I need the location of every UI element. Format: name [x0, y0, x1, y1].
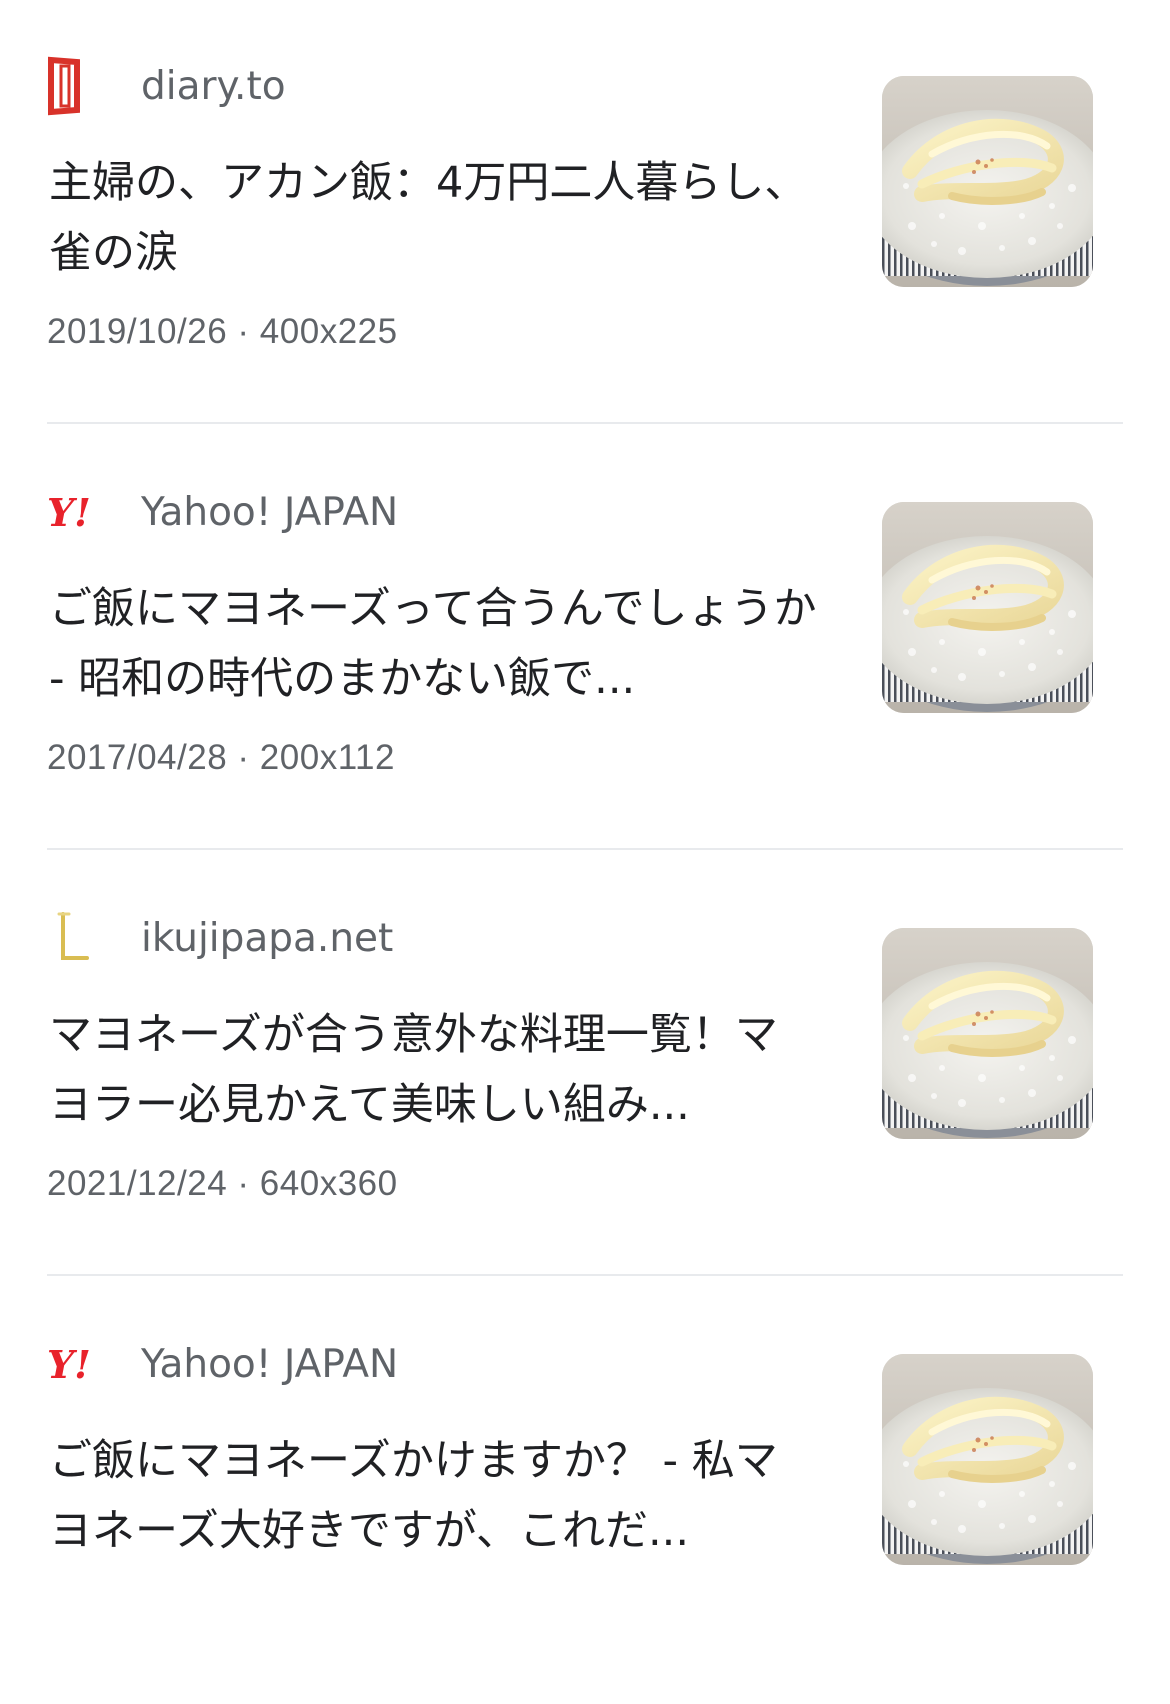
yahoo-logo-icon: Y! [47, 482, 119, 542]
source-name: diary.to [141, 63, 286, 109]
divider [47, 422, 1123, 424]
result-title[interactable]: マヨネーズが合う意外な料理一覧！マヨラー必見かえて美味しい組み... [49, 1000, 819, 1140]
source-row[interactable]: Y! Yahoo! JAPAN [47, 1334, 398, 1394]
image-size: 640x360 [259, 1164, 398, 1203]
source-name: Yahoo! JAPAN [141, 489, 399, 535]
result-date: 2017/04/28 [47, 738, 228, 777]
meta-separator: · [237, 1164, 250, 1203]
rice-with-mayonnaise-thumbnail [882, 1354, 1093, 1565]
result-meta: 2021/12/24 · 640x360 [47, 1164, 398, 1204]
result-item[interactable]: diary.to 主婦の、アカン飯：4万円二人暮らし、雀の涙 2019/10/2… [0, 0, 1170, 426]
result-date: 2021/12/24 [47, 1164, 228, 1203]
source-row[interactable]: ikujipapa.net [47, 908, 393, 968]
rice-with-mayonnaise-thumbnail [882, 76, 1093, 287]
rice-with-mayonnaise-thumbnail [882, 502, 1093, 713]
svg-text:Y!: Y! [47, 492, 91, 532]
result-meta: 2017/04/28 · 200x112 [47, 738, 395, 778]
result-item[interactable]: ikujipapa.net マヨネーズが合う意外な料理一覧！マヨラー必見かえて美… [0, 852, 1170, 1278]
source-row[interactable]: Y! Yahoo! JAPAN [47, 482, 398, 542]
result-thumbnail[interactable] [882, 1354, 1093, 1565]
source-name: ikujipapa.net [141, 915, 394, 961]
result-item[interactable]: Y! Yahoo! JAPAN ご飯にマヨネーズかけますか？ - 私マヨネーズ大… [0, 1278, 1170, 1704]
image-results-list: diary.to 主婦の、アカン飯：4万円二人暮らし、雀の涙 2019/10/2… [0, 0, 1170, 1704]
divider [47, 848, 1123, 850]
image-size: 400x225 [259, 312, 398, 351]
result-title[interactable]: ご飯にマヨネーズって合うんでしょうか - 昭和の時代のまかない飯で... [49, 574, 819, 714]
image-size: 200x112 [259, 738, 395, 777]
yahoo-logo-icon: Y! [47, 1334, 119, 1394]
meta-separator: · [237, 312, 250, 351]
source-name: Yahoo! JAPAN [141, 1341, 399, 1387]
result-title[interactable]: ご飯にマヨネーズかけますか？ - 私マヨネーズ大好きですが、これだ... [49, 1426, 819, 1566]
divider [47, 1274, 1123, 1276]
meta-separator: · [237, 738, 250, 777]
result-meta: 2019/10/26 · 400x225 [47, 312, 398, 352]
result-thumbnail[interactable] [882, 502, 1093, 713]
source-row[interactable]: diary.to [47, 56, 286, 116]
diary-logo-icon [47, 56, 119, 116]
result-title[interactable]: 主婦の、アカン飯：4万円二人暮らし、雀の涙 [49, 148, 819, 288]
svg-text:Y!: Y! [47, 1344, 91, 1384]
result-thumbnail[interactable] [882, 928, 1093, 1139]
result-date: 2019/10/26 [47, 312, 228, 351]
result-item[interactable]: Y! Yahoo! JAPAN ご飯にマヨネーズって合うんでしょうか - 昭和の… [0, 426, 1170, 852]
ikujipapa-logo-icon [47, 908, 119, 968]
rice-with-mayonnaise-thumbnail [882, 928, 1093, 1139]
result-thumbnail[interactable] [882, 76, 1093, 287]
